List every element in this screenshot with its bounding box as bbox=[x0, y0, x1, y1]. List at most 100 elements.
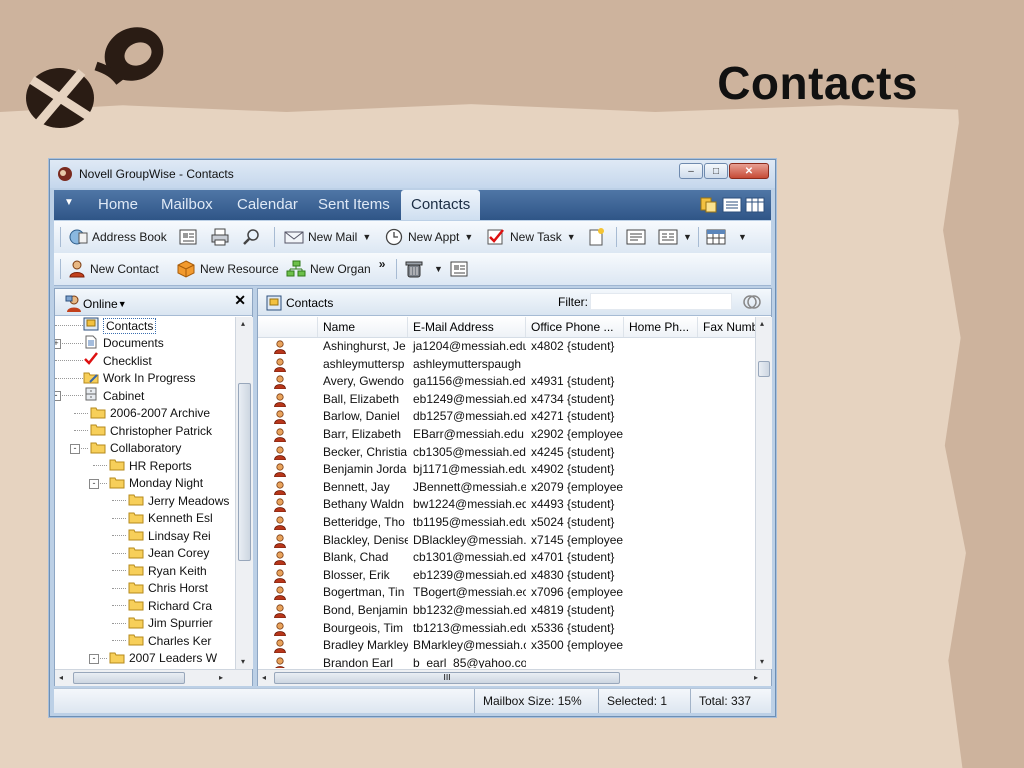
nav-menu-arrow-icon[interactable]: ▼ bbox=[64, 197, 74, 208]
tab-mailbox[interactable]: Mailbox bbox=[161, 196, 213, 213]
new-contact-button[interactable]: New Contact bbox=[68, 260, 159, 278]
trash-button[interactable] bbox=[404, 260, 424, 278]
scroll-right-arrow-icon[interactable]: ▸ bbox=[219, 673, 223, 682]
tree-expander-button[interactable]: + bbox=[55, 338, 61, 349]
column-fax-number[interactable]: Fax Numb bbox=[698, 317, 755, 337]
window-titlebar[interactable]: Novell GroupWise - Contacts – □ ✕ bbox=[50, 160, 775, 188]
table-row[interactable]: Bourgeois, Tim tb1213@messiah.edu x5336 {s… bbox=[258, 620, 755, 638]
tree-item-work-in-progress[interactable]: Work In Progress bbox=[83, 370, 195, 387]
column-email[interactable]: E-Mail Address bbox=[408, 317, 526, 337]
tree-item-cabinet[interactable]: Cabinet bbox=[83, 387, 144, 404]
new-resource-button[interactable]: New Resource bbox=[176, 260, 279, 278]
tree-item-monday-night[interactable]: Monday Night bbox=[109, 475, 203, 492]
new-appt-dropdown-icon[interactable]: ▼ bbox=[464, 232, 473, 242]
tree-item-jean-corey[interactable]: Jean Corey bbox=[128, 545, 209, 562]
new-task-dropdown-icon[interactable]: ▼ bbox=[567, 232, 576, 242]
column-home-phone[interactable]: Home Ph... bbox=[624, 317, 698, 337]
scroll-right-arrow-icon[interactable]: ▸ bbox=[754, 673, 758, 682]
properties-button[interactable] bbox=[178, 228, 198, 246]
table-row[interactable]: Benjamin Jorda bj1171@messiah.edu x4902 {s… bbox=[258, 461, 755, 479]
maximize-button[interactable]: □ bbox=[704, 163, 728, 179]
tree-item-checklist[interactable]: Checklist bbox=[83, 352, 152, 369]
tree-expander-button[interactable]: - bbox=[89, 653, 99, 664]
table-row[interactable]: Avery, Gwendo ga1156@messiah.edu x4931 {st… bbox=[258, 373, 755, 391]
tree-item-hr-reports[interactable]: HR Reports bbox=[109, 457, 192, 474]
view-options-button[interactable]: ▼ bbox=[658, 228, 692, 246]
print-button[interactable] bbox=[210, 228, 230, 246]
columns-button[interactable]: ▼ bbox=[706, 228, 747, 246]
scroll-up-arrow-icon[interactable]: ▴ bbox=[760, 319, 764, 328]
tree-item-kenneth-esl[interactable]: Kenneth Esl bbox=[128, 510, 213, 527]
scroll-left-arrow-icon[interactable]: ◂ bbox=[59, 673, 63, 682]
table-row[interactable]: Bond, Benjamin bb1232@messiah.ed x4819 {st… bbox=[258, 602, 755, 620]
online-mode-dropdown[interactable]: Online ▼ bbox=[65, 295, 127, 313]
tab-calendar[interactable]: Calendar bbox=[237, 196, 298, 213]
new-appt-button[interactable]: New Appt ▼ bbox=[384, 228, 473, 246]
table-row[interactable]: Bogertman, Tin TBogert@messiah.ec x7096 {e… bbox=[258, 584, 755, 602]
table-row[interactable]: Barr, Elizabeth EBarr@messiah.edu x2902 {e… bbox=[258, 426, 755, 444]
scroll-down-arrow-icon[interactable]: ▾ bbox=[760, 657, 764, 666]
tree-item-charles-ker[interactable]: Charles Ker bbox=[128, 632, 211, 649]
table-row[interactable]: Bethany Waldn bw1224@messiah.ed x4493 {stu… bbox=[258, 496, 755, 514]
table-row[interactable]: ashleymuttersp ashleymutterspaugh bbox=[258, 356, 755, 374]
contacts-hscroll[interactable]: ◂ III ▸ bbox=[258, 669, 771, 686]
new-mail-button[interactable]: New Mail ▼ bbox=[284, 228, 371, 246]
view-list-icon[interactable] bbox=[722, 196, 742, 214]
tree-expander-button[interactable]: - bbox=[70, 443, 80, 454]
contacts-vscroll[interactable]: ▴ ▾ bbox=[755, 317, 772, 669]
tree-item-contacts[interactable]: Contacts bbox=[83, 317, 157, 334]
tab-sent-items[interactable]: Sent Items bbox=[318, 196, 390, 213]
table-row[interactable]: Betteridge, Tho tb1195@messiah.edu x5024 {… bbox=[258, 514, 755, 532]
close-button[interactable]: ✕ bbox=[729, 163, 769, 179]
scroll-down-arrow-icon[interactable]: ▾ bbox=[241, 657, 245, 666]
table-row[interactable]: Brandon Earl b_earl_85@yahoo.co bbox=[258, 655, 755, 668]
tree-expander-button[interactable]: - bbox=[89, 478, 99, 489]
new-organization-button[interactable]: New Organ » bbox=[286, 257, 386, 278]
table-row[interactable]: Bennett, Jay JBennett@messiah.e x2079 {emp… bbox=[258, 479, 755, 497]
table-row[interactable]: Ball, Elizabeth eb1249@messiah.edu x4734 {… bbox=[258, 391, 755, 409]
tab-home[interactable]: Home bbox=[98, 196, 138, 213]
table-row[interactable]: Ashinghurst, Je ja1204@messiah.edu x4802 {… bbox=[258, 338, 755, 356]
tree-item-lindsay-rei[interactable]: Lindsay Rei bbox=[128, 527, 211, 544]
table-row[interactable]: Blackley, Denise DBlackley@messiah. x7145 … bbox=[258, 532, 755, 550]
tree-item-2006-2007-archive[interactable]: 2006-2007 Archive bbox=[90, 405, 210, 422]
tree-item-jerry-meadows[interactable]: Jerry Meadows bbox=[128, 492, 229, 509]
new-mail-dropdown-icon[interactable]: ▼ bbox=[362, 232, 371, 242]
folder-pane-close-button[interactable]: ✕ bbox=[234, 292, 246, 309]
tree-item-chris-horst[interactable]: Chris Horst bbox=[128, 580, 208, 597]
filter-input[interactable] bbox=[590, 293, 732, 310]
new-note-button[interactable] bbox=[586, 228, 606, 246]
contacts-vscroll-thumb[interactable] bbox=[758, 361, 770, 377]
tree-item-ryan-keith[interactable]: Ryan Keith bbox=[128, 562, 207, 579]
tree-item-collaboratory[interactable]: Collaboratory bbox=[90, 440, 181, 457]
address-book-button[interactable]: Address Book bbox=[68, 228, 167, 246]
tree-item-richard-cra[interactable]: Richard Cra bbox=[128, 597, 212, 614]
view-options-dropdown-icon[interactable]: ▼ bbox=[683, 232, 692, 242]
column-icon[interactable] bbox=[258, 317, 318, 337]
minimize-button[interactable]: – bbox=[679, 163, 703, 179]
more-actions-dropdown-icon[interactable]: ▼ bbox=[434, 264, 443, 274]
table-row[interactable]: Bradley Markley BMarkley@messiah.c x3500 {… bbox=[258, 637, 755, 655]
tree-item-christopher-patrick[interactable]: Christopher Patrick bbox=[90, 422, 212, 439]
folder-tree-vscroll[interactable]: ▴ ▾ bbox=[235, 317, 253, 669]
folder-tree-hscroll-thumb[interactable] bbox=[73, 672, 185, 684]
contacts-hscroll-thumb[interactable]: III bbox=[274, 672, 620, 684]
column-name[interactable]: Name bbox=[318, 317, 408, 337]
find-button[interactable] bbox=[242, 228, 262, 246]
tree-item-2007-leaders-w[interactable]: 2007 Leaders W bbox=[109, 650, 217, 667]
tree-expander-button[interactable]: - bbox=[55, 391, 61, 401]
filter-options-icon[interactable] bbox=[742, 292, 762, 312]
column-office-phone[interactable]: Office Phone ... bbox=[526, 317, 624, 337]
tab-contacts[interactable]: Contacts bbox=[401, 190, 481, 220]
view-details-icon[interactable] bbox=[745, 196, 765, 214]
tree-item-documents[interactable]: Documents bbox=[83, 335, 164, 352]
table-row[interactable]: Blank, Chad cb1301@messiah.edu x4701 {stud… bbox=[258, 549, 755, 567]
table-row[interactable]: Becker, Christia cb1305@messiah.edu x4245 … bbox=[258, 444, 755, 462]
scroll-up-arrow-icon[interactable]: ▴ bbox=[241, 319, 245, 328]
notify-icon[interactable] bbox=[699, 196, 719, 214]
toolbar-overflow-button[interactable]: » bbox=[379, 257, 386, 271]
more-actions-button[interactable]: ▼ bbox=[434, 260, 469, 278]
table-row[interactable]: Blosser, Erik eb1239@messiah.edu x4830 {st… bbox=[258, 567, 755, 585]
scroll-left-arrow-icon[interactable]: ◂ bbox=[262, 673, 266, 682]
tree-item-jim-spurrier[interactable]: Jim Spurrier bbox=[128, 615, 213, 632]
